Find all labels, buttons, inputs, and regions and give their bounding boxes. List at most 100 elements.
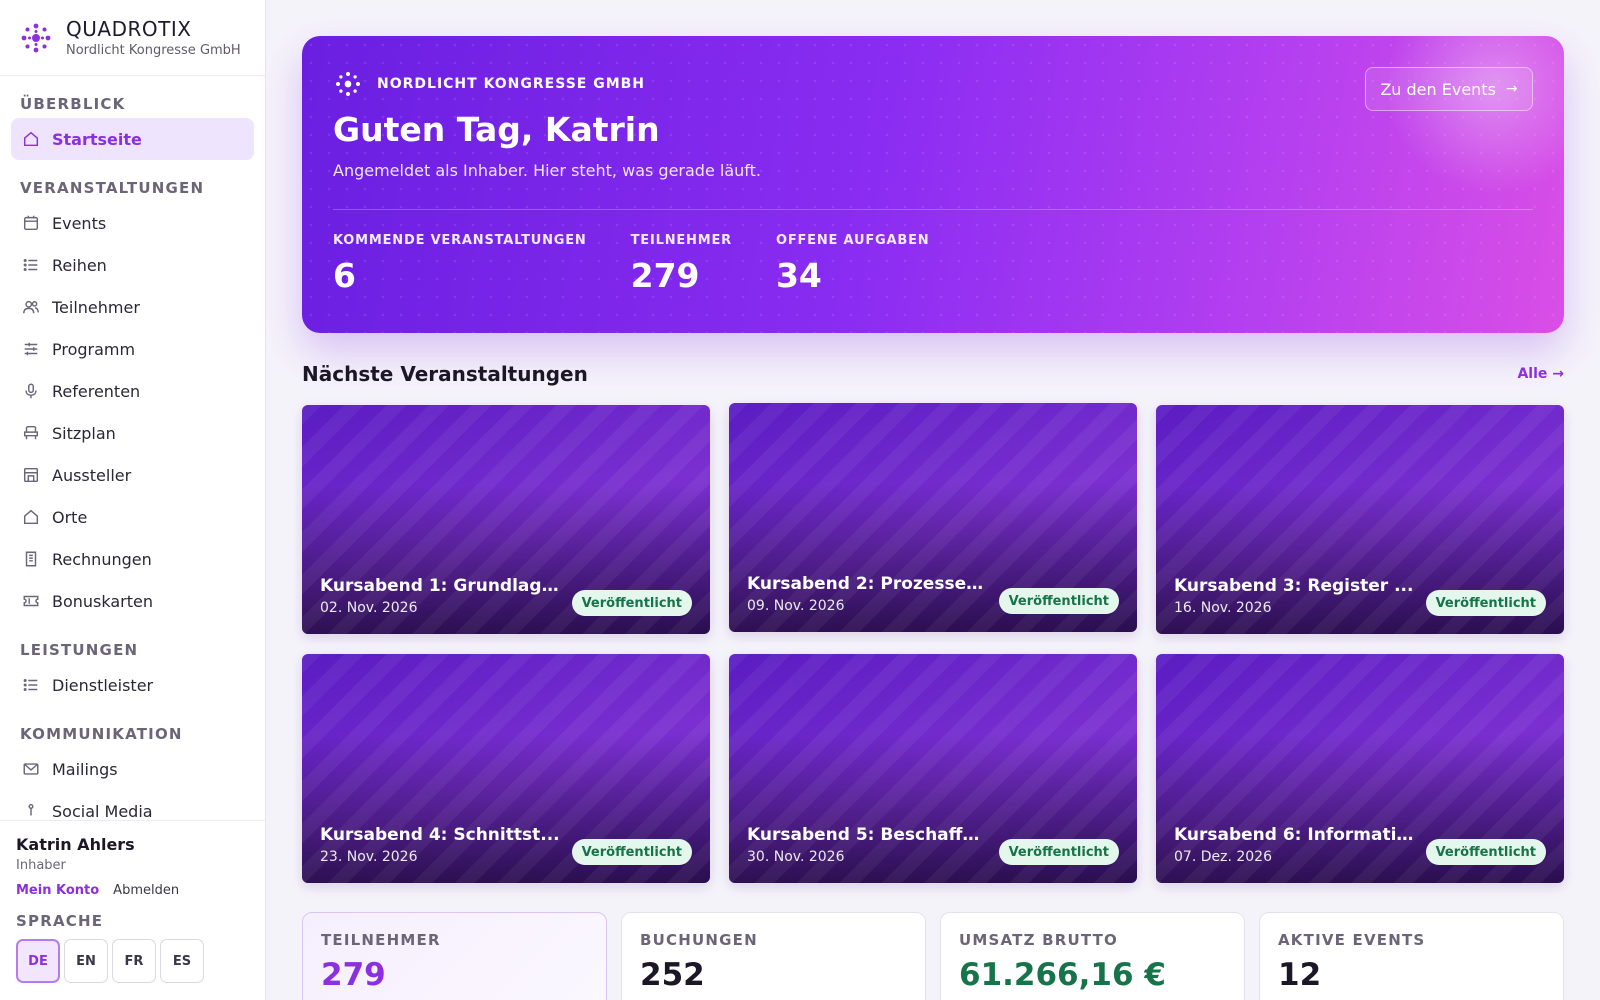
users-icon <box>20 296 42 318</box>
home-icon <box>20 506 42 528</box>
nav-section-title: ÜBERBLICK <box>20 95 126 113</box>
sidebar-item-label: Social Media <box>52 801 153 821</box>
hero-stat-upcoming: KOMMENDE VERANSTALTUNGEN 6 <box>333 233 587 295</box>
welcome-hero: NORDLICHT KONGRESSE GMBH Guten Tag, Katr… <box>302 36 1564 333</box>
sidebar-item-aussteller[interactable]: Aussteller <box>11 454 254 496</box>
sidebar-item-label: Events <box>52 213 107 233</box>
language-switcher: DE EN FR ES <box>16 939 249 983</box>
nav-section-title: KOMMUNIKATION <box>20 725 183 743</box>
sidebar-item-reihen[interactable]: Reihen <box>11 244 254 286</box>
my-account-link[interactable]: Mein Konto <box>16 883 99 898</box>
upcoming-header: Nächste Veranstaltungen Alle → <box>302 362 1564 386</box>
user-panel: Katrin Ahlers Inhaber Mein Konto Abmelde… <box>0 820 265 1000</box>
sidebar-item-label: Programm <box>52 339 136 359</box>
sidebar-item-orte[interactable]: Orte <box>11 496 254 538</box>
sidebar-item-label: Dienstleister <box>52 675 154 695</box>
status-badge: Veröffentlicht <box>571 590 692 616</box>
status-badge: Veröffentlicht <box>998 588 1119 614</box>
sidebar-item-social-media[interactable]: Social Media <box>11 790 254 821</box>
store-icon <box>20 464 42 486</box>
sidebar-item-mailings[interactable]: Mailings <box>11 748 254 790</box>
list-icon <box>20 254 42 276</box>
language-button-es[interactable]: ES <box>160 939 204 983</box>
hero-stat-label: TEILNEHMER <box>630 233 732 248</box>
home-icon <box>20 128 42 150</box>
sidebar-item-bonuskarten[interactable]: Bonuskarten <box>11 580 254 622</box>
hero-stat-value: 279 <box>630 256 700 295</box>
sidebar-item-sitzplan[interactable]: Sitzplan <box>11 412 254 454</box>
sidebar-item-label: Aussteller <box>52 465 132 485</box>
hero-stat-value: 6 <box>333 256 356 295</box>
event-date: 23. Nov. 2026 <box>320 849 418 865</box>
language-title: SPRACHE <box>16 912 104 930</box>
list-icon <box>20 674 42 696</box>
sidebar-nav: ÜBERBLICK Startseite VERANSTALTUNGEN Eve… <box>0 76 265 821</box>
event-date: 16. Nov. 2026 <box>1174 600 1272 616</box>
ticket-icon <box>20 590 42 612</box>
view-all-link[interactable]: Alle → <box>1517 366 1564 382</box>
sliders-icon <box>20 338 42 360</box>
arrow-right-icon: → <box>1552 366 1564 382</box>
brand-company: Nordlicht Kongresse GmbH <box>66 42 241 58</box>
receipt-icon <box>20 548 42 570</box>
hero-org-name: NORDLICHT KONGRESSE GMBH <box>377 76 646 92</box>
view-all-label: Alle <box>1517 366 1548 382</box>
user-role: Inhaber <box>16 858 66 873</box>
stat-value: 12 <box>1278 957 1322 993</box>
stat-value: 61.266,16 € <box>959 957 1166 993</box>
sidebar-item-label: Orte <box>52 507 88 527</box>
nav-section-title: LEISTUNGEN <box>20 641 139 659</box>
sidebar-item-label: Mailings <box>52 759 118 779</box>
event-card[interactable]: Kursabend 5: Beschaffu... 30. Nov. 2026 … <box>729 654 1137 883</box>
sidebar-item-referenten[interactable]: Referenten <box>11 370 254 412</box>
brand-logo-icon <box>21 23 51 52</box>
event-card[interactable]: Kursabend 3: Register ... 16. Nov. 2026 … <box>1156 405 1564 634</box>
hero-stat-label: KOMMENDE VERANSTALTUNGEN <box>333 233 587 248</box>
sidebar-item-label: Referenten <box>52 381 141 401</box>
sidebar-item-events[interactable]: Events <box>11 202 254 244</box>
sidebar-item-rechnungen[interactable]: Rechnungen <box>11 538 254 580</box>
event-card[interactable]: Kursabend 1: Grundlag... 02. Nov. 2026 V… <box>302 405 710 634</box>
sidebar-item-dienstleister[interactable]: Dienstleister <box>11 664 254 706</box>
stat-label: BUCHUNGEN <box>640 931 758 949</box>
logout-link[interactable]: Abmelden <box>113 883 179 898</box>
mail-icon <box>20 758 42 780</box>
stat-label: AKTIVE EVENTS <box>1278 931 1426 949</box>
sidebar-item-startseite[interactable]: Startseite <box>11 118 254 160</box>
brand[interactable]: QUADROTIX Nordlicht Kongresse GmbH <box>0 0 265 76</box>
sidebar: QUADROTIX Nordlicht Kongresse GmbH ÜBERB… <box>0 0 266 1000</box>
user-name: Katrin Ahlers <box>16 835 135 854</box>
event-title: Kursabend 5: Beschaffu... <box>747 825 987 845</box>
stat-value: 279 <box>321 957 386 993</box>
sidebar-item-programm[interactable]: Programm <box>11 328 254 370</box>
status-badge: Veröffentlicht <box>998 839 1119 865</box>
go-to-events-button[interactable]: Zu den Events → <box>1365 67 1533 111</box>
arrow-right-icon: → <box>1505 81 1518 97</box>
microphone-icon <box>20 380 42 402</box>
event-card[interactable]: Kursabend 6: Informati... 07. Dez. 2026 … <box>1156 654 1564 883</box>
sidebar-item-label: Teilnehmer <box>52 297 140 317</box>
language-button-de[interactable]: DE <box>16 939 60 983</box>
sidebar-item-label: Sitzplan <box>52 423 116 443</box>
event-date: 09. Nov. 2026 <box>747 598 845 614</box>
event-title: Kursabend 6: Informati... <box>1174 825 1414 845</box>
language-button-fr[interactable]: FR <box>112 939 156 983</box>
sidebar-item-label: Reihen <box>52 255 107 275</box>
stat-label: UMSATZ BRUTTO <box>959 931 1119 949</box>
sidebar-item-teilnehmer[interactable]: Teilnehmer <box>11 286 254 328</box>
stat-card-revenue: UMSATZ BRUTTO 61.266,16 € <box>940 912 1245 1000</box>
event-card[interactable]: Kursabend 2: Prozesse ... 09. Nov. 2026 … <box>729 403 1137 632</box>
hero-stat-open-tasks: OFFENE AUFGABEN 34 <box>776 233 929 295</box>
status-badge: Veröffentlicht <box>1425 590 1546 616</box>
status-badge: Veröffentlicht <box>571 839 692 865</box>
hero-stat-participants: TEILNEHMER 279 <box>631 233 732 295</box>
event-card[interactable]: Kursabend 4: Schnittst... 23. Nov. 2026 … <box>302 654 710 883</box>
event-title: Kursabend 3: Register ... <box>1174 576 1414 596</box>
event-date: 30. Nov. 2026 <box>747 849 845 865</box>
stat-card-participants: TEILNEHMER 279 <box>302 912 607 1000</box>
event-date: 07. Dez. 2026 <box>1174 849 1272 865</box>
language-button-en[interactable]: EN <box>64 939 108 983</box>
upcoming-title: Nächste Veranstaltungen <box>302 362 588 386</box>
stat-value: 252 <box>640 957 705 993</box>
main-content: NORDLICHT KONGRESSE GMBH Guten Tag, Katr… <box>266 0 1600 1000</box>
